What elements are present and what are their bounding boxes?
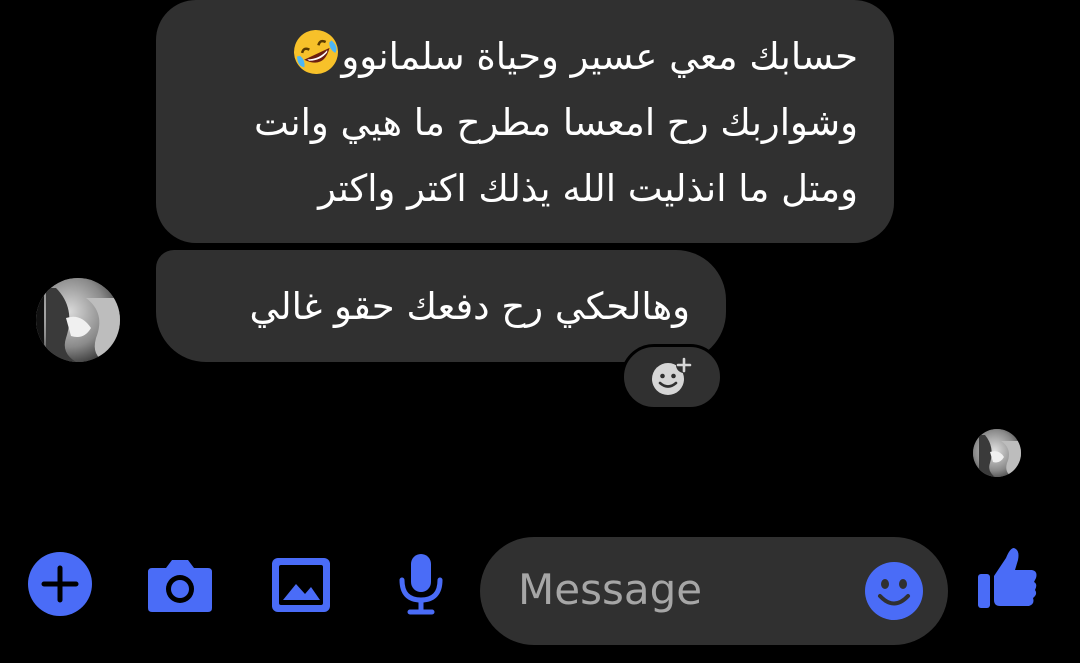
message-text: وهالحكي رح دفعك حقو غالي — [249, 284, 690, 328]
gallery-button[interactable] — [270, 556, 332, 614]
seen-receipt-avatar — [973, 429, 1021, 477]
message-line: حسابك معي عسير وحياة سلمانوو — [341, 35, 858, 78]
message-placeholder: Message — [518, 565, 703, 614]
message-line: وشواربك رح امعسا مطرح ما هيي وانت — [253, 101, 858, 144]
messenger-chat-screen: حسابك معي عسير وحياة سلمانوو وشواربك رح … — [0, 0, 1080, 663]
add-reaction-button[interactable] — [621, 344, 723, 410]
image-icon — [272, 558, 330, 612]
message-bubble[interactable]: حسابك معي عسير وحياة سلمانوو وشواربك رح … — [156, 0, 894, 243]
message-line: ومتل ما انذليت الله يذلك اكتر واكتر — [318, 167, 858, 210]
camera-icon — [148, 560, 212, 612]
emoji-smile-icon[interactable] — [864, 561, 924, 621]
sender-avatar[interactable] — [36, 278, 120, 362]
message-line-1-wrap: حسابك معي عسير وحياة سلمانوو — [186, 24, 858, 90]
message-bubble[interactable]: وهالحكي رح دفعك حقو غالي — [156, 250, 726, 362]
rolling-laughing-emoji-icon — [294, 30, 339, 74]
microphone-icon — [399, 554, 443, 615]
voice-message-button[interactable] — [396, 552, 446, 616]
message-input[interactable]: Message — [480, 537, 948, 645]
camera-button[interactable] — [146, 556, 214, 614]
thumbs-up-icon — [978, 548, 1037, 608]
avatar-photo-icon — [36, 278, 120, 362]
avatar-photo-icon — [973, 429, 1021, 477]
like-button[interactable] — [976, 544, 1040, 612]
more-actions-button[interactable] — [28, 552, 92, 616]
add-reaction-icon — [652, 357, 692, 395]
plus-icon — [28, 552, 92, 616]
